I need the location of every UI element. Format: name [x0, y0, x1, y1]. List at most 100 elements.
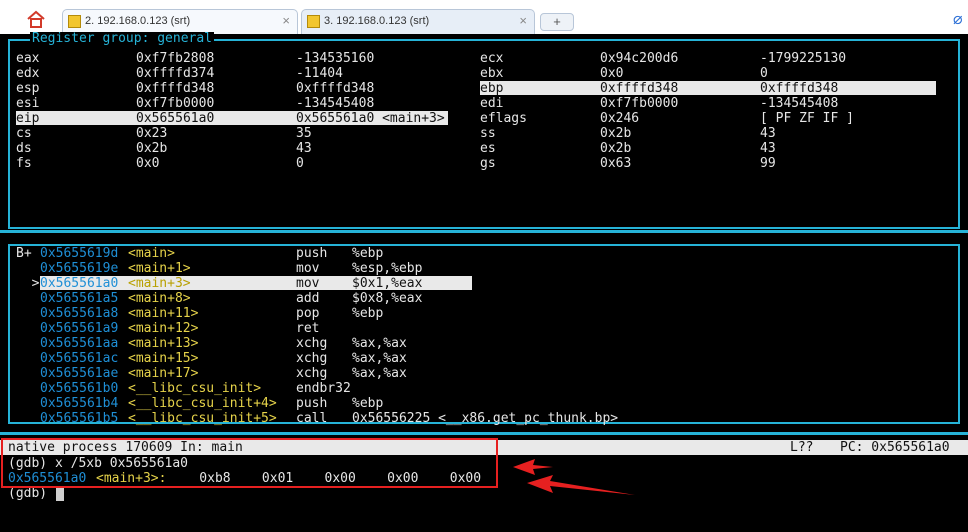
close-icon[interactable]: × [282, 13, 290, 28]
asm-operands: $0x1,%eax [352, 276, 423, 291]
asm-symbol: <main> [128, 246, 175, 261]
asm-symbol: <main+1> [128, 261, 191, 276]
pc-indicator: PC: 0x565561a0 [840, 440, 950, 455]
asm-address: 0x565561a9 [40, 321, 119, 336]
asm-marker [16, 306, 39, 321]
register-hex-value: 0x2b [600, 126, 632, 141]
asm-operands: $0x8,%eax [352, 291, 423, 306]
terminal-tab-icon [307, 15, 320, 28]
register-natural-value: [ PF ZF IF ] [760, 111, 854, 126]
asm-marker [16, 396, 39, 411]
asm-marker [16, 381, 39, 396]
register-hex-value: 0xf7fb2808 [136, 51, 215, 66]
asm-symbol: <main+11> [128, 306, 199, 321]
register-hex-value: 0x94c200d6 [600, 51, 679, 66]
register-natural-value: -1799225130 [760, 51, 847, 66]
asm-operands: %ax,%ax [352, 366, 407, 381]
asm-symbol: <main+12> [128, 321, 199, 336]
asm-address: 0x5655619d [40, 246, 119, 261]
asm-address: 0x5655619e [40, 261, 119, 276]
register-natural-value: -134545408 [296, 96, 375, 111]
asm-marker [16, 411, 39, 426]
asm-opcode: mov [296, 276, 320, 291]
register-name: edi [480, 96, 504, 111]
register-name: ebp [480, 81, 504, 96]
asm-opcode: endbr32 [296, 381, 351, 396]
gdb-prompt[interactable]: (gdb) [8, 486, 55, 501]
pane-divider [0, 230, 968, 233]
asm-opcode: pop [296, 306, 320, 321]
register-natural-value: 35 [296, 126, 312, 141]
asm-address: 0x565561a8 [40, 306, 119, 321]
asm-operands: %esp,%ebp [352, 261, 423, 276]
register-name: gs [480, 156, 496, 171]
home-button[interactable] [22, 7, 50, 31]
register-hex-value: 0xf7fb0000 [136, 96, 215, 111]
asm-operands: %ebp [352, 396, 384, 411]
register-highlight [480, 81, 936, 95]
asm-marker [16, 321, 39, 336]
asm-address: 0x565561a5 [40, 291, 119, 306]
register-name: eflags [480, 111, 527, 126]
asm-opcode: ret [296, 321, 320, 336]
asm-address: 0x565561b4 [40, 396, 119, 411]
asm-address: 0x565561ac [40, 351, 119, 366]
register-hex-value: 0xffffd348 [136, 81, 215, 96]
home-icon [27, 10, 45, 28]
asm-symbol: <main+15> [128, 351, 199, 366]
asm-opcode: xchg [296, 351, 328, 366]
annotation-box [1, 438, 498, 488]
register-hex-value: 0x63 [600, 156, 632, 171]
asm-marker: B+ [16, 246, 40, 261]
asm-opcode: call [296, 411, 328, 426]
asm-symbol: <main+17> [128, 366, 199, 381]
asm-address: 0x565561ae [40, 366, 119, 381]
asm-marker [16, 366, 39, 381]
register-natural-value: 43 [760, 141, 776, 156]
register-name: esp [16, 81, 40, 96]
asm-symbol: <main+13> [128, 336, 199, 351]
register-natural-value: 43 [760, 126, 776, 141]
register-natural-value: 99 [760, 156, 776, 171]
register-hex-value: 0x0 [136, 156, 160, 171]
tab-label: 2. 192.168.0.123 (srt) [85, 15, 191, 27]
asm-address: 0x565561b5 [40, 411, 119, 426]
register-natural-value: 0 [296, 156, 304, 171]
register-name: eip [16, 111, 40, 126]
new-tab-button[interactable]: + [540, 13, 574, 31]
asm-address: 0x565561a0 [40, 276, 119, 291]
asm-marker [16, 336, 39, 351]
tab-label: 3. 192.168.0.123 (srt) [324, 15, 430, 27]
attachment-icon[interactable]: ⌀ [953, 9, 963, 28]
asm-marker: > [16, 276, 40, 291]
asm-opcode: add [296, 291, 320, 306]
register-hex-value: 0x246 [600, 111, 640, 126]
tab-session-3[interactable]: 3. 192.168.0.123 (srt) × [301, 9, 535, 34]
asm-symbol: <main+8> [128, 291, 191, 306]
asm-operands: %ebp [352, 246, 384, 261]
register-natural-value: -134535160 [296, 51, 375, 66]
asm-opcode: xchg [296, 336, 328, 351]
asm-symbol: <main+3> [128, 276, 191, 291]
register-name: cs [16, 126, 32, 141]
asm-opcode: mov [296, 261, 320, 276]
asm-symbol: <__libc_csu_init> [128, 381, 262, 396]
asm-marker [16, 261, 39, 276]
register-name: ds [16, 141, 32, 156]
register-name: ebx [480, 66, 504, 81]
register-name: esi [16, 96, 40, 111]
register-natural-value: 43 [296, 141, 312, 156]
register-name: eax [16, 51, 40, 66]
register-hex-value: 0x565561a0 [136, 111, 215, 126]
asm-opcode: push [296, 396, 328, 411]
close-icon[interactable]: × [519, 13, 527, 28]
annotation-arrows [513, 459, 635, 495]
asm-operands: %ax,%ax [352, 351, 407, 366]
text-cursor [56, 488, 64, 501]
register-natural-value: -11404 [296, 66, 343, 81]
asm-operands: 0x56556225 <__x86.get_pc_thunk.bp> [352, 411, 619, 426]
asm-symbol: <__libc_csu_init+4> [128, 396, 277, 411]
register-hex-value: 0x23 [136, 126, 168, 141]
register-natural-value: 0xffffd348 [296, 81, 375, 96]
register-hex-value: 0x2b [600, 141, 632, 156]
